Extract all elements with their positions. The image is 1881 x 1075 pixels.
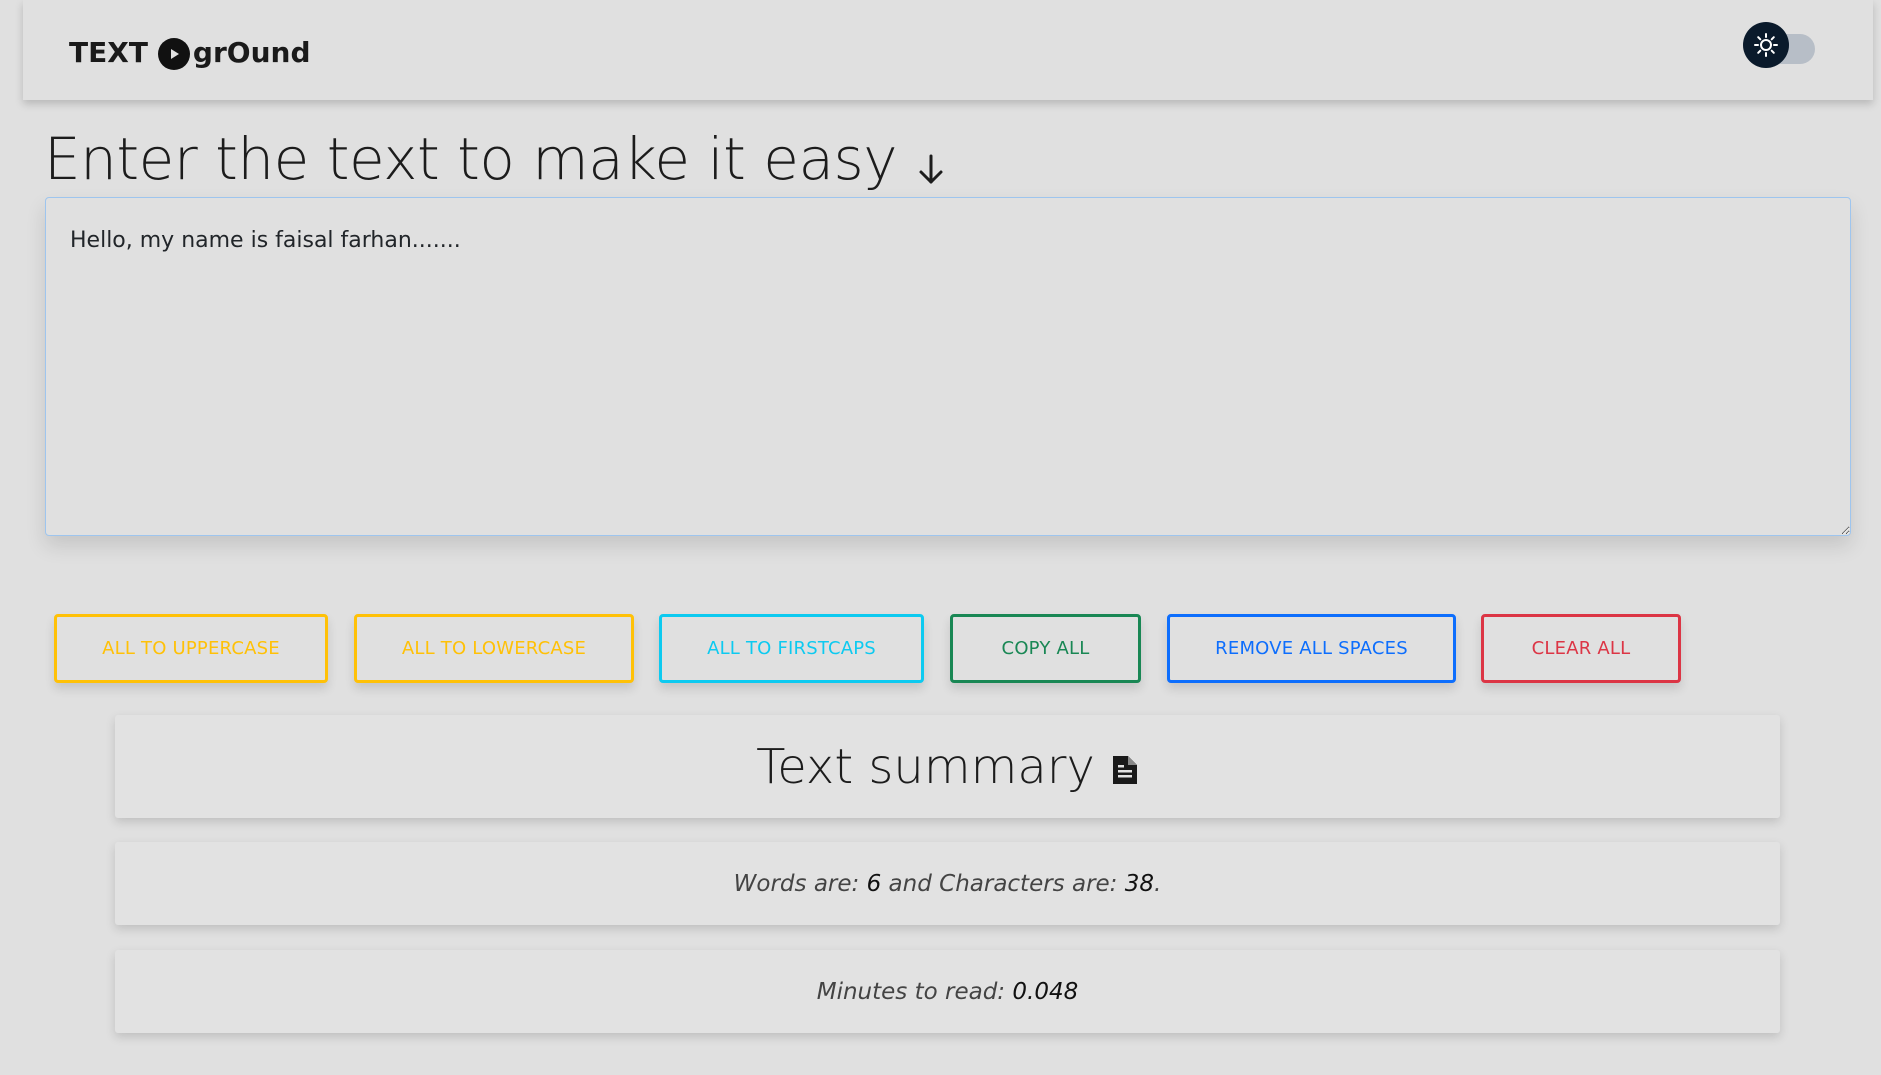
words-value: 6 xyxy=(866,870,882,897)
words-label: Words are: xyxy=(733,870,860,897)
lowercase-button[interactable]: ALL TO LOWERCASE xyxy=(354,614,634,683)
word-char-stats: Words are: 6 and Characters are: 38. xyxy=(734,871,1162,897)
play-circle-icon xyxy=(157,38,190,70)
brand-suffix: grOund xyxy=(192,35,311,69)
summary-title: Text summary xyxy=(756,736,1139,798)
arrow-down-icon xyxy=(917,132,945,200)
page-heading: Enter the text to make it easy xyxy=(44,118,945,200)
remove-spaces-button[interactable]: REMOVE ALL SPACES xyxy=(1167,614,1456,683)
chars-value: 38 xyxy=(1124,870,1155,897)
sun-icon xyxy=(1743,22,1789,68)
summary-title-card: Text summary xyxy=(115,715,1780,818)
document-icon xyxy=(1111,742,1139,798)
text-input-area[interactable] xyxy=(45,197,1851,536)
firstcaps-button[interactable]: ALL TO FIRSTCAPS xyxy=(659,614,924,683)
navbar: TEXT grOund xyxy=(23,0,1873,100)
summary-title-text: Text summary xyxy=(756,738,1095,795)
brand-logo[interactable]: TEXT grOund xyxy=(69,34,311,70)
chars-label: and Characters are: xyxy=(888,870,1118,897)
word-count-card: Words are: 6 and Characters are: 38. xyxy=(115,842,1780,925)
copy-all-button[interactable]: COPY ALL xyxy=(950,614,1141,683)
theme-toggle[interactable] xyxy=(1743,22,1815,68)
read-label: Minutes to read: xyxy=(816,978,1006,1005)
read-value: 0.048 xyxy=(1012,978,1079,1005)
clear-all-button[interactable]: CLEAR ALL xyxy=(1481,614,1681,683)
read-time-stats: Minutes to read: 0.048 xyxy=(817,979,1078,1005)
brand-prefix: TEXT xyxy=(69,35,148,69)
read-time-card: Minutes to read: 0.048 xyxy=(115,950,1780,1033)
chars-suffix: . xyxy=(1154,870,1162,897)
uppercase-button[interactable]: ALL TO UPPERCASE xyxy=(54,614,328,683)
heading-text: Enter the text to make it easy xyxy=(44,125,898,193)
